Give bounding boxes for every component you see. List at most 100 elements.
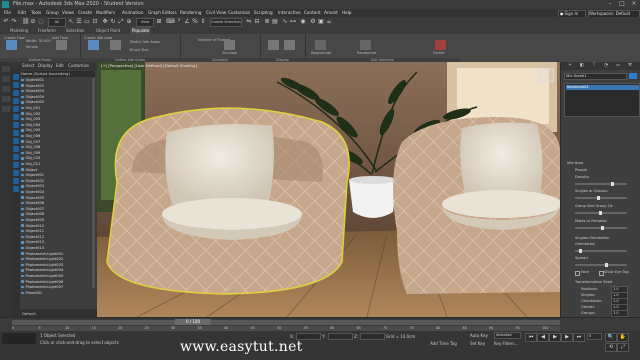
coord-y-field[interactable] <box>328 333 353 340</box>
filter-all-icon[interactable] <box>13 170 19 176</box>
snap-icon[interactable]: ³ <box>176 18 182 25</box>
scale-icon[interactable]: ⤢ <box>118 18 124 25</box>
scene-scrollbar[interactable] <box>92 78 95 288</box>
tab-select[interactable]: Select <box>22 63 34 68</box>
tab-object-paint[interactable]: Object Paint <box>94 27 122 34</box>
visibility-icon[interactable] <box>21 173 24 177</box>
filter-invert-icon[interactable] <box>13 186 19 192</box>
tab-selection[interactable]: Selection <box>64 27 86 34</box>
set-key-button[interactable]: Set Key <box>470 341 485 346</box>
hierarchy-tab-icon[interactable]: ⊤ <box>591 63 597 69</box>
list-item[interactable]: Object014 <box>21 246 95 250</box>
add-flow-icon[interactable] <box>56 40 67 50</box>
coord-system-dropdown[interactable]: View <box>136 18 154 27</box>
filter-groups-icon[interactable] <box>13 122 19 128</box>
density-slider[interactable] <box>575 181 627 186</box>
motion-tab-icon[interactable]: ◔ <box>603 63 609 69</box>
visibility-icon[interactable] <box>21 224 24 227</box>
render-setup-icon[interactable]: ⚙ <box>310 18 316 25</box>
hierarchy-icon[interactable] <box>2 86 10 92</box>
filter-shapes-icon[interactable] <box>13 82 19 88</box>
visibility-icon[interactable] <box>21 213 24 216</box>
menu-animation[interactable]: Animation <box>122 10 143 15</box>
go-to-start-icon[interactable]: ⏮ <box>525 333 537 342</box>
list-item[interactable]: Object013 <box>21 240 95 244</box>
ribbon-toggle-icon[interactable]: ▤ <box>272 18 278 25</box>
filter-xrefs-icon[interactable] <box>13 130 19 136</box>
list-item[interactable]: Object002 <box>21 84 95 88</box>
pan-icon[interactable]: ✋ <box>617 333 629 342</box>
pivot-icon[interactable]: ⊞ <box>156 18 162 25</box>
list-item[interactable]: Object007 <box>21 207 95 211</box>
list-item[interactable]: Object001 <box>21 173 95 177</box>
selected-dropdown[interactable]: Selected <box>494 332 521 339</box>
close-button[interactable]: × <box>628 0 640 9</box>
layer-explorer-icon[interactable]: ≣ <box>264 18 270 25</box>
menu-edit[interactable]: Edit <box>18 10 26 15</box>
create-panel-icon[interactable] <box>2 66 10 72</box>
visibility-icon[interactable] <box>21 106 24 110</box>
list-item[interactable]: Object003 <box>21 89 95 93</box>
visibility-icon[interactable] <box>21 117 24 121</box>
coord-z-field[interactable] <box>360 333 385 340</box>
align-icon[interactable]: ⊟ <box>254 18 260 25</box>
list-item[interactable]: Obj_004 <box>21 123 95 127</box>
percent-snap-icon[interactable]: % <box>192 18 198 25</box>
create-tab-icon[interactable]: + <box>567 63 573 69</box>
modify-idle-areas-label[interactable]: Modify Idle Areas <box>130 40 160 44</box>
menu-content[interactable]: Content <box>304 10 321 15</box>
list-item[interactable]: Object005 <box>21 196 95 200</box>
go-to-end-icon[interactable]: ⏭ <box>573 333 585 342</box>
curve-editor-icon[interactable]: ∿ <box>282 18 288 25</box>
minimize-button[interactable]: – <box>604 0 616 9</box>
move-icon[interactable]: ✥ <box>102 18 108 25</box>
list-item[interactable]: Object003 <box>21 184 95 188</box>
time-slider-track[interactable] <box>12 320 560 325</box>
visibility-icon[interactable] <box>21 89 24 93</box>
visibility-icon[interactable] <box>21 101 24 104</box>
mirror-icon[interactable]: ⇋ <box>246 18 252 25</box>
list-item[interactable]: PhotometricLight005 <box>21 274 95 278</box>
menu-arnold[interactable]: Arnold <box>324 10 338 15</box>
visibility-icon[interactable] <box>21 246 24 250</box>
viewcube-icon[interactable] <box>538 68 554 82</box>
visibility-icon[interactable] <box>21 241 24 244</box>
randomize-icon[interactable] <box>360 40 371 50</box>
filter-bones-icon[interactable] <box>13 138 19 144</box>
visibility-icon[interactable] <box>21 196 24 199</box>
maximize-viewport-icon[interactable]: ⤢ <box>617 343 629 352</box>
list-item[interactable]: Object004 <box>21 190 95 194</box>
show-icon[interactable] <box>284 40 295 50</box>
rollout-title[interactable]: Idle Area <box>567 161 583 165</box>
simulate-icon[interactable] <box>224 40 235 50</box>
prev-frame-icon[interactable]: ◀ <box>537 333 549 342</box>
list-item[interactable]: Object012 <box>21 235 95 239</box>
unlink-icon[interactable]: ⊘ <box>30 18 36 25</box>
tab-modeling[interactable]: Modeling <box>8 27 30 34</box>
list-item[interactable]: Obj_011 <box>21 162 95 166</box>
link-icon[interactable]: ⛓ <box>22 18 30 25</box>
visibility-icon[interactable] <box>21 291 24 295</box>
orientation-slider[interactable] <box>575 248 627 253</box>
visibility-icon[interactable] <box>21 207 24 211</box>
menu-create[interactable]: Create <box>78 10 92 15</box>
visibility-icon[interactable] <box>21 263 24 267</box>
play-icon[interactable]: ▶ <box>549 333 561 342</box>
visibility-icon[interactable] <box>21 269 24 272</box>
object-color-swatch[interactable] <box>629 73 637 79</box>
next-frame-icon[interactable]: ▶ <box>561 333 573 342</box>
male-female-slider[interactable] <box>575 225 627 230</box>
rotate-icon[interactable]: ↻ <box>110 18 116 25</box>
filter-none-icon[interactable] <box>13 178 19 184</box>
filter-containers-icon[interactable] <box>13 146 19 152</box>
face-checkbox[interactable] <box>575 271 580 276</box>
visibility-icon[interactable] <box>21 145 24 149</box>
display-icon[interactable] <box>268 40 279 50</box>
visibility-icon[interactable] <box>21 134 24 138</box>
visibility-icon[interactable] <box>21 168 24 171</box>
modify-tab-icon[interactable]: ◧ <box>579 63 585 69</box>
menu-civil-view[interactable]: Civil View <box>206 10 226 15</box>
visibility-icon[interactable] <box>21 157 24 160</box>
visibility-icon[interactable] <box>21 218 24 222</box>
list-item[interactable]: Obj_001 <box>21 106 95 110</box>
